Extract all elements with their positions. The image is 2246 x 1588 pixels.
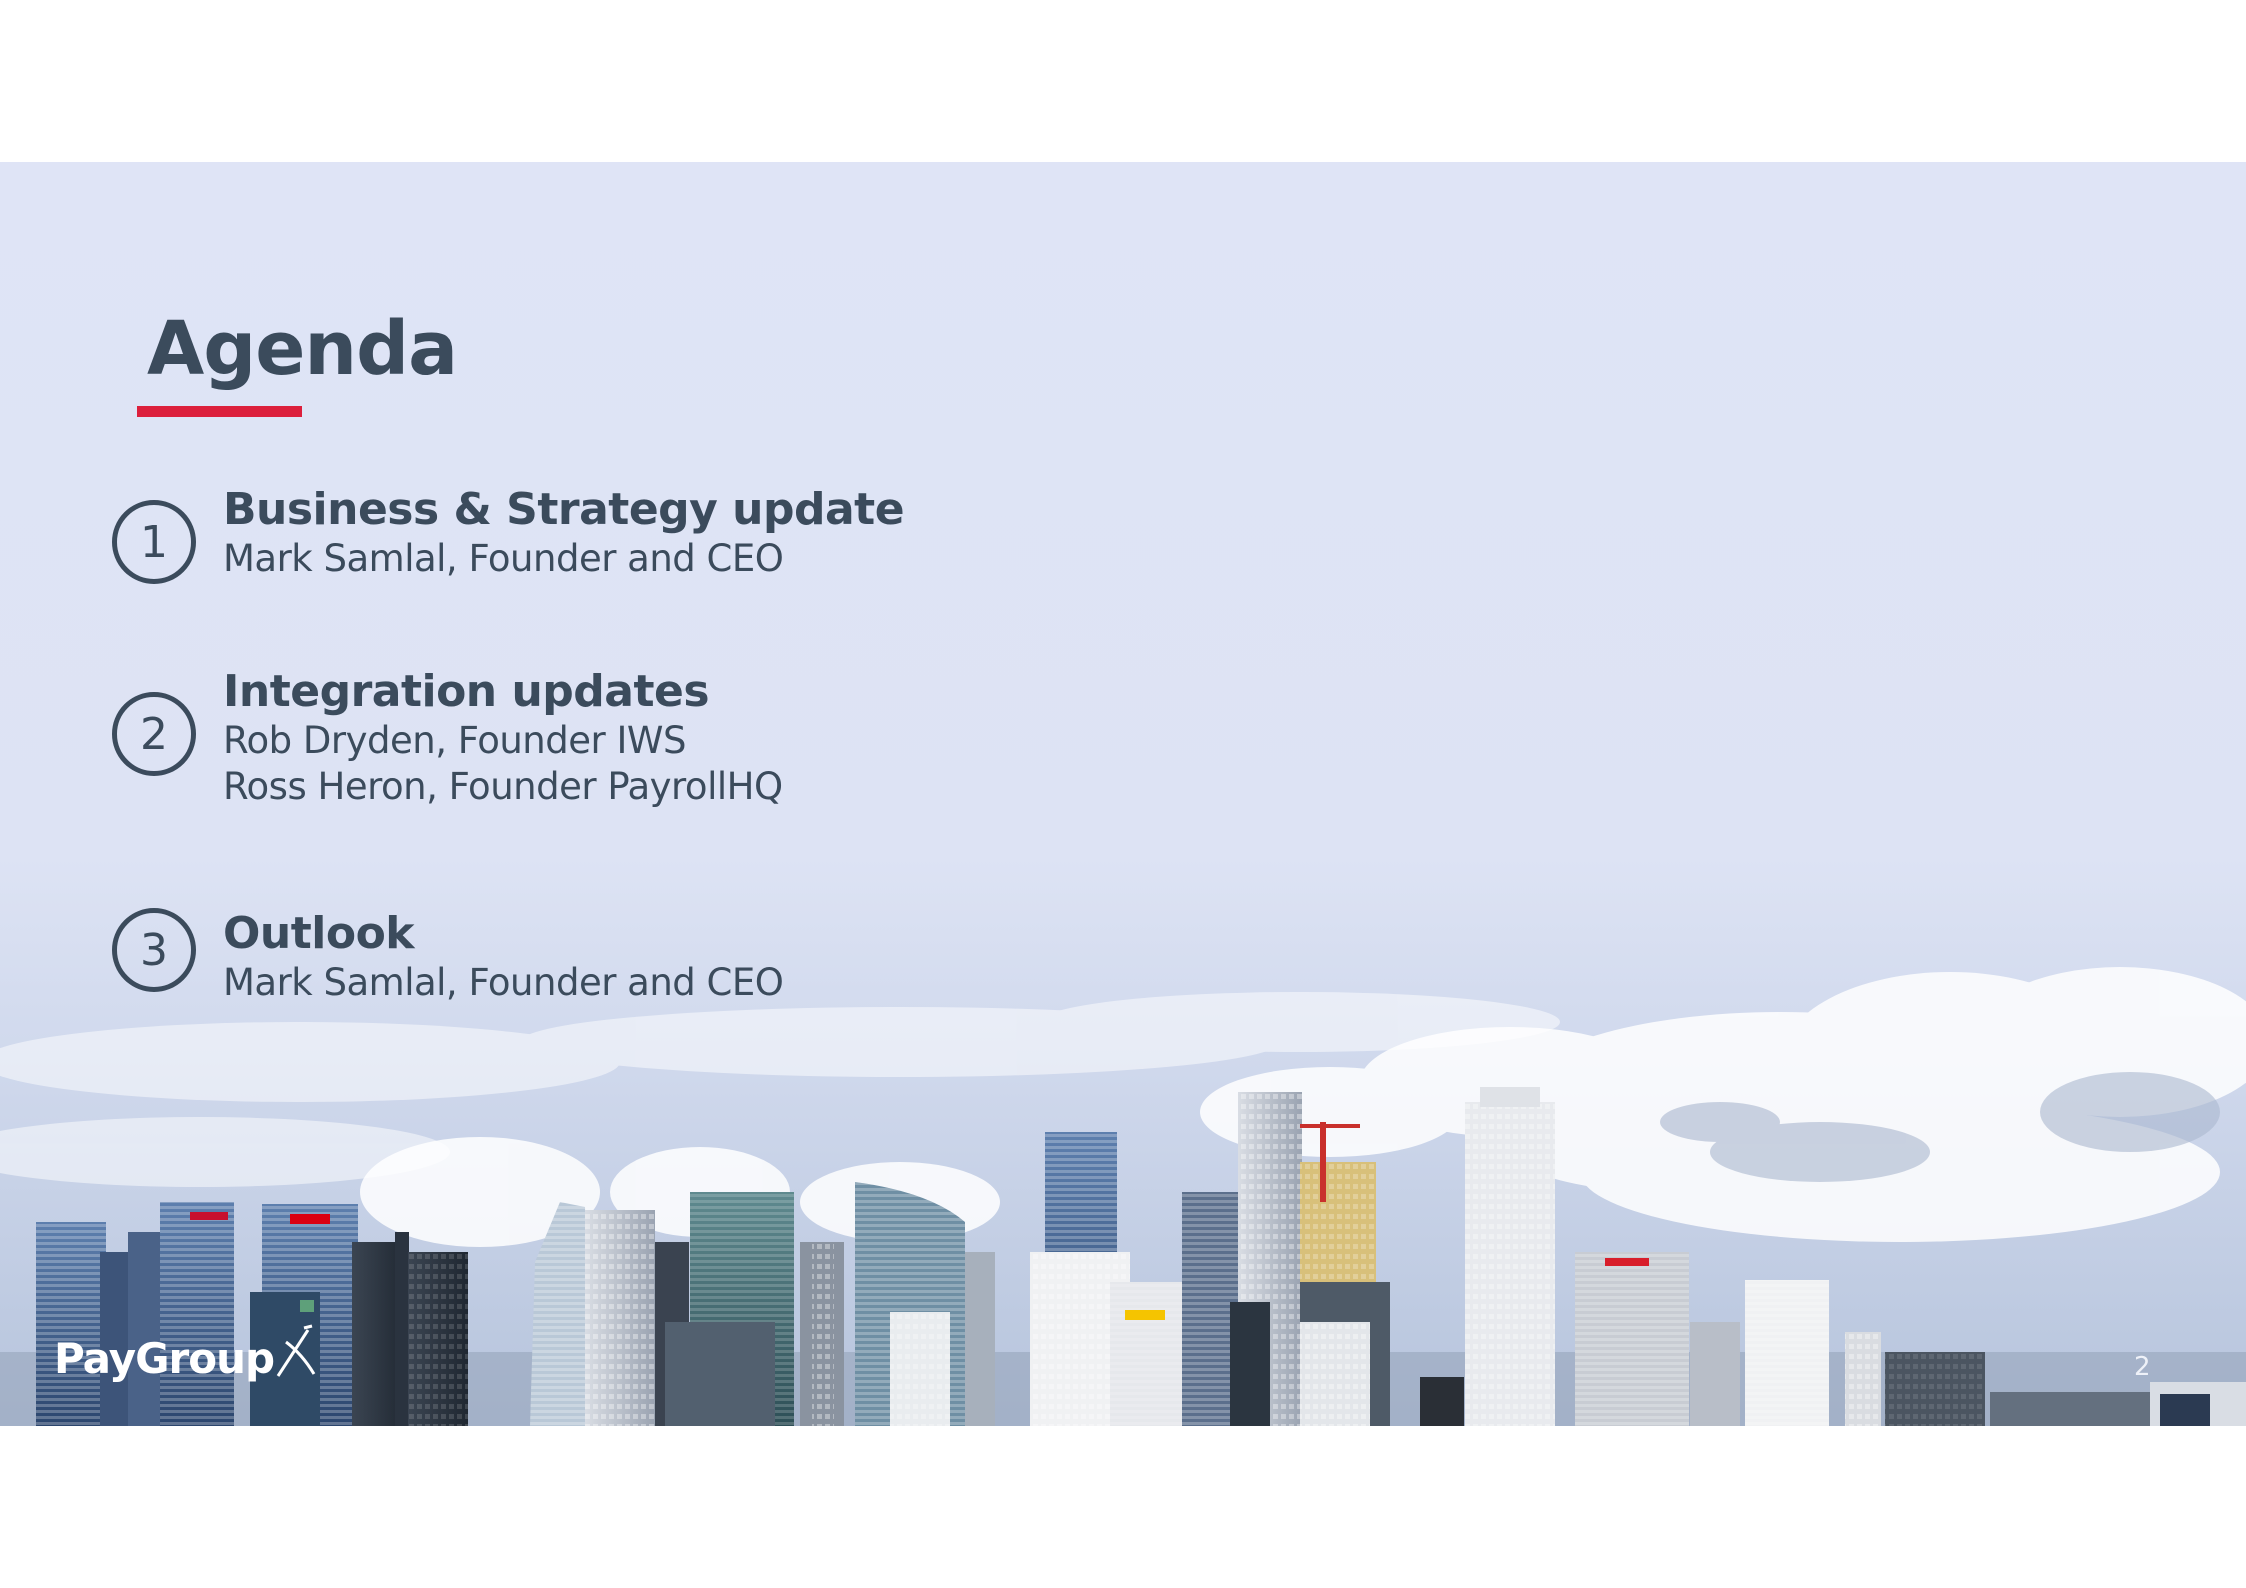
page: Agenda 1 Business & Strategy update Mark…	[0, 0, 2246, 1588]
agenda-number-1: 1	[112, 500, 196, 584]
agenda-item-2-text: Integration updates Rob Dryden, Founder …	[223, 666, 783, 810]
paygroup-logo: PayGroup	[54, 1320, 318, 1380]
agenda-number-2: 2	[112, 692, 196, 776]
agenda-item-1-title: Business & Strategy update	[223, 484, 905, 535]
agenda-number-3: 3	[112, 908, 196, 992]
agenda-item-2-presenter-1: Rob Dryden, Founder IWS	[223, 719, 686, 762]
agenda-item-1-presenter: Mark Samlal, Founder and CEO	[223, 537, 784, 580]
page-number: 2	[2134, 1352, 2151, 1382]
agenda-item-3-presenter: Mark Samlal, Founder and CEO	[223, 961, 784, 1004]
title-underline	[137, 406, 302, 417]
agenda-item-3-title: Outlook	[223, 908, 415, 959]
agenda-item-2-title: Integration updates	[223, 666, 710, 717]
slide-title: Agenda	[147, 306, 458, 392]
agenda-slide: Agenda 1 Business & Strategy update Mark…	[0, 162, 2246, 1426]
logo-text: PayGroup	[54, 1334, 275, 1383]
agenda-item-3-text: Outlook Mark Samlal, Founder and CEO	[223, 908, 784, 1006]
agenda-item-2-presenter-2: Ross Heron, Founder PayrollHQ	[223, 765, 783, 808]
logo-x-mark-icon	[276, 1324, 316, 1377]
agenda-item-1-text: Business & Strategy update Mark Samlal, …	[223, 484, 905, 582]
